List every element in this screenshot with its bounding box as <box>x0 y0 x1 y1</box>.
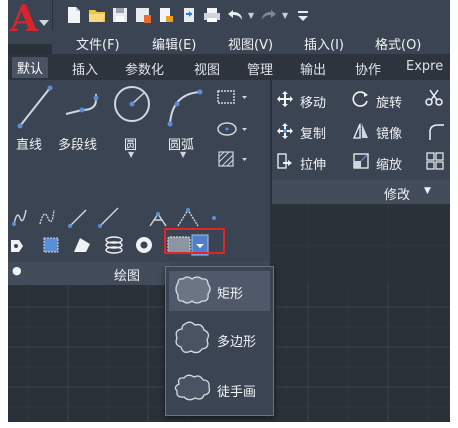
region-icon <box>11 240 23 252</box>
mirror-icon[interactable] <box>352 122 370 140</box>
rectangle-small-button[interactable] <box>216 88 250 106</box>
export-icon[interactable] <box>179 4 199 26</box>
circle-icon <box>114 86 150 122</box>
polyline-label: 多段线 <box>58 138 98 153</box>
publish-icon[interactable] <box>156 4 176 26</box>
menu-edit[interactable]: 编辑(E) <box>152 34 196 53</box>
pin-icon[interactable]: ● <box>12 264 22 277</box>
autocad-logo-icon: A <box>10 0 38 40</box>
tab-view[interactable]: 视图 <box>194 59 220 78</box>
cloud-rectangle-icon <box>175 276 211 304</box>
line-tool-button[interactable] <box>16 84 54 130</box>
donut-icon <box>136 237 152 253</box>
line-icon <box>17 85 53 129</box>
new-file-icon[interactable] <box>64 4 84 26</box>
dropdown-item-rectangle[interactable]: 矩形 <box>169 271 270 311</box>
rectangle-tool-highlight <box>164 228 225 254</box>
ray-icon <box>99 207 119 227</box>
autocad-window: ▼ ▼ A 文件(F) 编辑(E) 视图(V) 插入(I) 格式(O) 默认 插… <box>8 0 450 422</box>
cloud-polygon-icon <box>175 321 210 354</box>
array-icon[interactable] <box>426 152 444 170</box>
polyline-tool-button[interactable] <box>62 90 110 130</box>
modify-panel-footer[interactable]: 修改 ▼ <box>272 180 450 204</box>
ellipse-small-button[interactable] <box>216 120 250 138</box>
move-label[interactable]: 移动 <box>300 92 326 111</box>
undo-dropdown-icon[interactable]: ▼ <box>248 11 256 20</box>
menu-file[interactable]: 文件(F) <box>76 34 120 53</box>
tab-parametric[interactable]: 参数化 <box>125 59 164 78</box>
dropdown-item-label: 多边形 <box>217 335 257 350</box>
draw-panel-title: 绘图 <box>114 269 141 284</box>
tab-default[interactable]: 默认 <box>12 57 49 78</box>
divide-icon <box>177 208 199 227</box>
hatch-small-button[interactable] <box>216 150 250 168</box>
fillet-icon[interactable] <box>426 122 444 140</box>
copy-icon[interactable] <box>276 122 294 140</box>
rectangle-dropdown-menu: 矩形 多边形 徒手画 <box>165 266 274 416</box>
save-as-icon[interactable] <box>133 4 153 26</box>
stretch-icon[interactable] <box>276 152 294 170</box>
cloud-freehand-icon <box>174 374 211 401</box>
undo-icon[interactable] <box>225 4 245 26</box>
stretch-label[interactable]: 拉伸 <box>300 154 326 173</box>
rotate-icon[interactable] <box>352 90 370 108</box>
copy-label[interactable]: 复制 <box>300 123 326 142</box>
tab-output[interactable]: 输出 <box>300 59 326 78</box>
ribbon-tab-bar: 默认 插入 参数化 视图 管理 输出 协作 Expre <box>8 54 450 81</box>
line-label: 直线 <box>16 138 43 153</box>
spline-fit-icon <box>13 209 27 225</box>
chevron-down-icon <box>39 20 49 26</box>
draw-panel-expanded <box>8 204 270 262</box>
wipeout-icon <box>43 237 59 253</box>
scale-label[interactable]: 缩放 <box>376 154 402 173</box>
rotate-label[interactable]: 旋转 <box>376 92 402 111</box>
redo-dropdown-icon[interactable]: ▼ <box>282 11 290 20</box>
redo-icon[interactable] <box>259 4 279 26</box>
menu-insert[interactable]: 插入(I) <box>304 34 344 53</box>
revcloud-icon <box>74 238 90 252</box>
circle-tool-button[interactable] <box>112 84 152 126</box>
open-folder-icon[interactable] <box>87 4 107 26</box>
application-menu-button[interactable]: A <box>8 0 53 44</box>
dropdown-item-freehand[interactable]: 徒手画 <box>169 369 270 409</box>
menu-format[interactable]: 格式(O) <box>375 34 421 53</box>
helix-icon <box>105 236 123 254</box>
polyline-icon <box>65 94 99 115</box>
chevron-down-icon: ▼ <box>424 186 431 196</box>
mirror-label[interactable]: 镜像 <box>376 123 402 142</box>
dropdown-item-polygon[interactable]: 多边形 <box>169 319 270 359</box>
hatch-icon <box>218 151 247 167</box>
quick-access-toolbar: ▼ ▼ <box>8 0 450 30</box>
arc-dropdown-icon[interactable]: ▼ <box>180 150 186 159</box>
trim-icon[interactable] <box>424 88 444 108</box>
plot-printer-icon[interactable] <box>202 4 222 26</box>
tab-insert[interactable]: 插入 <box>72 59 98 78</box>
menu-view[interactable]: 视图(V) <box>228 34 273 53</box>
dropdown-item-label: 徒手画 <box>217 385 257 400</box>
ellipse-icon <box>217 122 247 136</box>
tab-manage[interactable]: 管理 <box>247 59 273 78</box>
circle-dropdown-icon[interactable]: ▼ <box>128 150 134 159</box>
scale-icon[interactable] <box>352 152 370 170</box>
spline-cv-icon <box>39 209 55 225</box>
save-icon[interactable] <box>110 4 130 26</box>
tab-express[interactable]: Expre <box>406 59 443 74</box>
construction-line-icon <box>69 209 87 227</box>
ribbon-panel: 直线 多段线 圆 ▼ 圆弧 ▼ 移动 旋转 复制 镜像 拉伸 缩放 修改 ▼ <box>8 80 450 204</box>
arc-tool-button[interactable] <box>164 86 204 128</box>
move-icon[interactable] <box>276 90 294 108</box>
tab-collaborate[interactable]: 协作 <box>355 59 381 78</box>
customize-toolbar-icon[interactable] <box>293 4 313 26</box>
arc-icon <box>167 89 203 127</box>
dropdown-item-label: 矩形 <box>217 287 244 302</box>
drawing-canvas-top[interactable] <box>272 204 450 285</box>
menu-bar: 文件(F) 编辑(E) 视图(V) 插入(I) 格式(O) <box>52 30 450 54</box>
rectangle-icon <box>217 90 247 104</box>
modify-panel-title: 修改 <box>384 188 411 203</box>
